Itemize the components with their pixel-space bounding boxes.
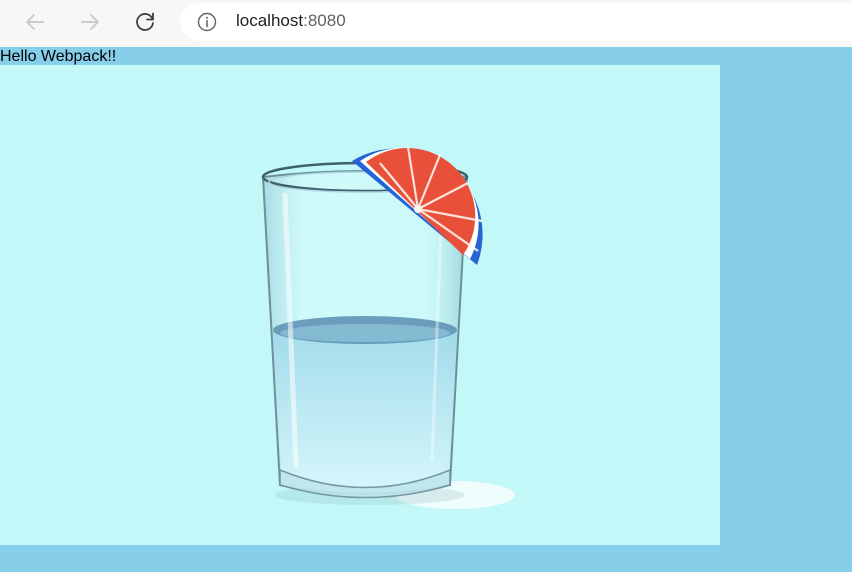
info-icon bbox=[197, 12, 217, 32]
url-port: :8080 bbox=[303, 11, 346, 30]
water bbox=[273, 330, 457, 492]
url-text[interactable]: localhost:8080 bbox=[236, 11, 346, 31]
browser-toolbar: localhost:8080 bbox=[0, 0, 852, 47]
page-heading: Hello Webpack!! bbox=[0, 48, 117, 65]
forward-button[interactable] bbox=[74, 6, 106, 38]
glass-with-grapefruit-illustration bbox=[261, 146, 515, 509]
url-host: localhost bbox=[236, 11, 304, 30]
page-image bbox=[0, 65, 720, 545]
reload-icon bbox=[136, 12, 154, 31]
arrow-left-icon bbox=[26, 14, 44, 30]
back-button[interactable] bbox=[19, 6, 51, 38]
site-info-button[interactable] bbox=[197, 12, 217, 32]
reload-button[interactable] bbox=[129, 6, 161, 38]
arrow-right-icon bbox=[81, 14, 99, 30]
